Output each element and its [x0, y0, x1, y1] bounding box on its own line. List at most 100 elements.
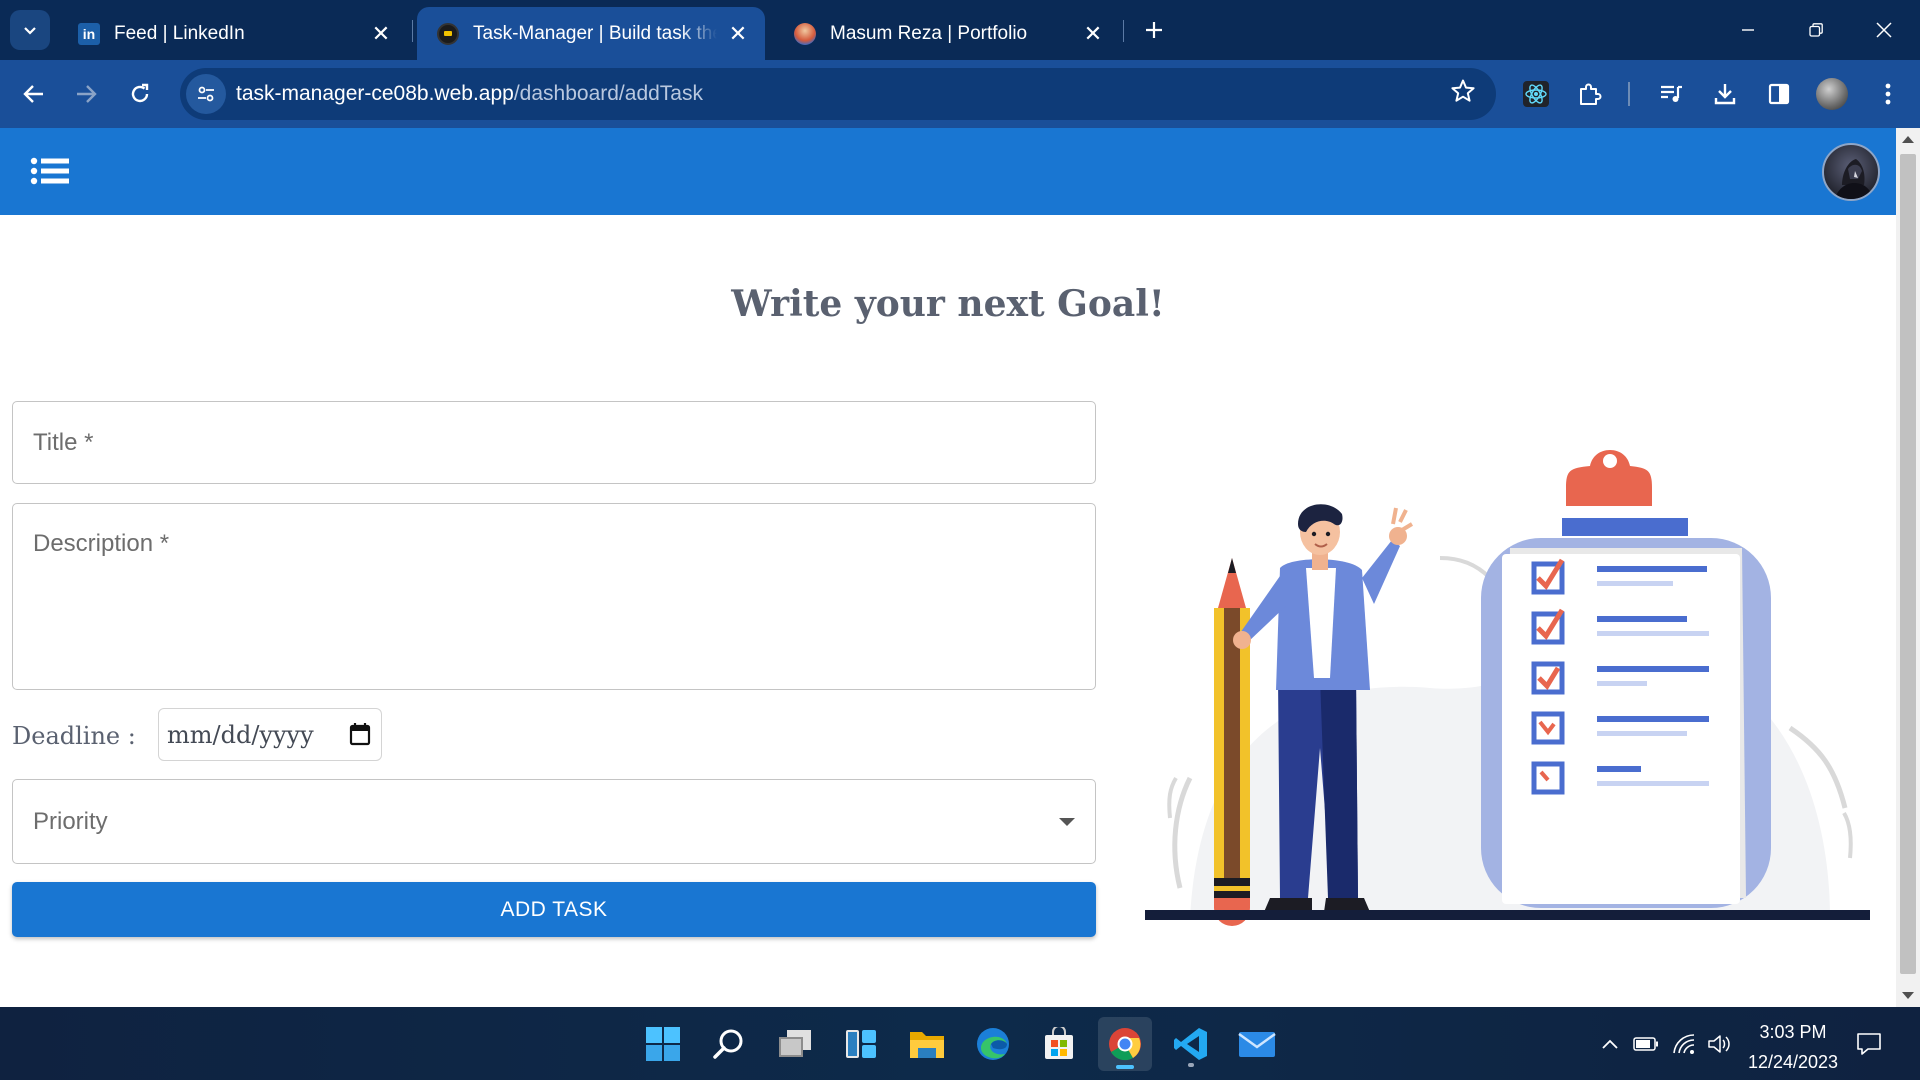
react-icon: [1523, 81, 1549, 107]
edge-icon: [977, 1028, 1009, 1060]
widgets-button[interactable]: [834, 1017, 888, 1071]
mail-icon: [1238, 1032, 1276, 1057]
store-icon: [1045, 1027, 1073, 1059]
clock-date: 12/24/2023: [1747, 1052, 1839, 1072]
widgets-icon: [846, 1030, 876, 1058]
bookmark-button[interactable]: [1450, 78, 1476, 109]
tab-portfolio[interactable]: Masum Reza | Portfolio ✕: [774, 7, 1120, 60]
page-viewport: Write your next Goal! Title * Descriptio…: [0, 128, 1896, 1007]
arrow-left-icon: [23, 85, 43, 103]
volume-status[interactable]: [1705, 1031, 1733, 1057]
edge-button[interactable]: [966, 1017, 1020, 1071]
running-indicator: [1188, 1063, 1194, 1067]
title-input[interactable]: Title *: [12, 401, 1096, 484]
tune-icon: [198, 86, 214, 102]
avatar-image: [1834, 159, 1874, 199]
chrome-menu-button[interactable]: [1868, 74, 1908, 114]
reload-icon: [131, 83, 149, 103]
tab-strip: in Feed | LinkedIn ✕ Task-Manager | Buil…: [0, 0, 1920, 60]
media-controls-button[interactable]: [1651, 74, 1691, 114]
puzzle-icon: [1580, 83, 1602, 105]
tab-linkedin[interactable]: in Feed | LinkedIn ✕: [58, 7, 408, 60]
chrome-icon: [1109, 1028, 1141, 1061]
deadline-date-input[interactable]: mm/dd/yyyy: [158, 708, 382, 761]
close-icon[interactable]: ✕: [368, 21, 394, 47]
url-text[interactable]: task-manager-ce08b.web.app/dashboard/add…: [236, 82, 703, 106]
arrow-drop-down-icon: [1059, 818, 1075, 826]
profile-avatar[interactable]: [1816, 78, 1848, 110]
clock-time: 3:03 PM: [1759, 1022, 1827, 1042]
extensions-button[interactable]: [1570, 74, 1610, 114]
show-hidden-icons-button[interactable]: [1596, 1031, 1624, 1057]
description-label: Description *: [33, 530, 170, 557]
minimize-icon: [1742, 29, 1754, 31]
tab-title: Masum Reza | Portfolio: [830, 22, 1028, 44]
store-button[interactable]: [1032, 1017, 1086, 1071]
more-vert-icon: [1885, 83, 1891, 105]
close-icon[interactable]: ✕: [725, 21, 751, 47]
speaker-icon: [1708, 1035, 1730, 1053]
chevron-up-icon: [1602, 1039, 1618, 1049]
vscode-button[interactable]: [1164, 1017, 1218, 1071]
start-icon: [646, 1027, 680, 1061]
download-icon: [1714, 84, 1736, 105]
url-host: task-manager-ce08b.web.app: [236, 82, 514, 105]
vscode-icon: [1174, 1028, 1207, 1060]
reload-button[interactable]: [120, 74, 160, 114]
user-avatar[interactable]: [1822, 143, 1880, 201]
chevron-down-icon: [24, 27, 36, 35]
tab-search-button[interactable]: [10, 10, 50, 50]
queue-music-icon: [1661, 85, 1682, 102]
page-title: Write your next Goal!: [731, 283, 1165, 325]
plus-icon: [1146, 22, 1162, 38]
network-status[interactable]: [1670, 1031, 1698, 1057]
search-icon: [713, 1029, 743, 1059]
system-clock[interactable]: 3:03 PM 12/24/2023: [1738, 1017, 1848, 1077]
react-devtools-extension[interactable]: [1516, 74, 1556, 114]
linkedin-icon: in: [78, 22, 100, 45]
priority-label: Priority: [33, 808, 108, 835]
downloads-button[interactable]: [1705, 74, 1745, 114]
calendar-icon[interactable]: [349, 722, 371, 751]
chrome-button[interactable]: [1098, 1017, 1152, 1071]
tab-title: Task-Manager | Build task the w: [473, 22, 717, 44]
menu-button[interactable]: [30, 156, 70, 186]
close-window-button[interactable]: [1862, 10, 1906, 50]
tab-divider: [1123, 20, 1124, 42]
forward-button[interactable]: [66, 74, 106, 114]
toolbar-divider: [1628, 82, 1630, 106]
side-panel-button[interactable]: [1759, 74, 1799, 114]
minimize-button[interactable]: [1726, 10, 1770, 50]
scroll-up-arrow[interactable]: [1902, 136, 1914, 143]
list-icon: [30, 157, 69, 185]
add-task-button[interactable]: ADD TASK: [12, 882, 1096, 937]
notification-icon: [1857, 1033, 1881, 1055]
deadline-label: Deadline :: [12, 722, 136, 750]
notification-center-button[interactable]: [1856, 1031, 1882, 1062]
scroll-down-arrow[interactable]: [1902, 992, 1914, 999]
task-manager-favicon: [437, 22, 459, 45]
search-button[interactable]: [702, 1017, 756, 1071]
priority-select[interactable]: Priority: [12, 779, 1096, 864]
mail-button[interactable]: [1230, 1017, 1284, 1071]
battery-status[interactable]: [1632, 1031, 1660, 1057]
address-bar[interactable]: task-manager-ce08b.web.app/dashboard/add…: [180, 68, 1496, 120]
close-icon[interactable]: ✕: [1080, 21, 1106, 47]
file-explorer-button[interactable]: [900, 1017, 954, 1071]
restore-button[interactable]: [1794, 10, 1838, 50]
tab-task-manager[interactable]: Task-Manager | Build task the w ✕: [417, 7, 765, 60]
date-placeholder: mm/dd/yyyy: [167, 720, 314, 749]
back-button[interactable]: [14, 74, 54, 114]
new-tab-button[interactable]: [1138, 14, 1170, 46]
task-view-button[interactable]: [768, 1017, 822, 1071]
site-info-button[interactable]: [186, 74, 226, 114]
url-path: /dashboard/addTask: [513, 82, 703, 105]
title-label: Title *: [33, 429, 94, 456]
start-button[interactable]: [636, 1017, 690, 1071]
active-indicator: [1116, 1065, 1134, 1069]
page-scrollbar[interactable]: [1896, 128, 1920, 1007]
file-explorer-icon: [910, 1032, 944, 1058]
scrollbar-thumb[interactable]: [1900, 154, 1916, 974]
description-textarea[interactable]: Description *: [12, 503, 1096, 690]
windows-taskbar: 3:03 PM 12/24/2023: [0, 1007, 1920, 1080]
